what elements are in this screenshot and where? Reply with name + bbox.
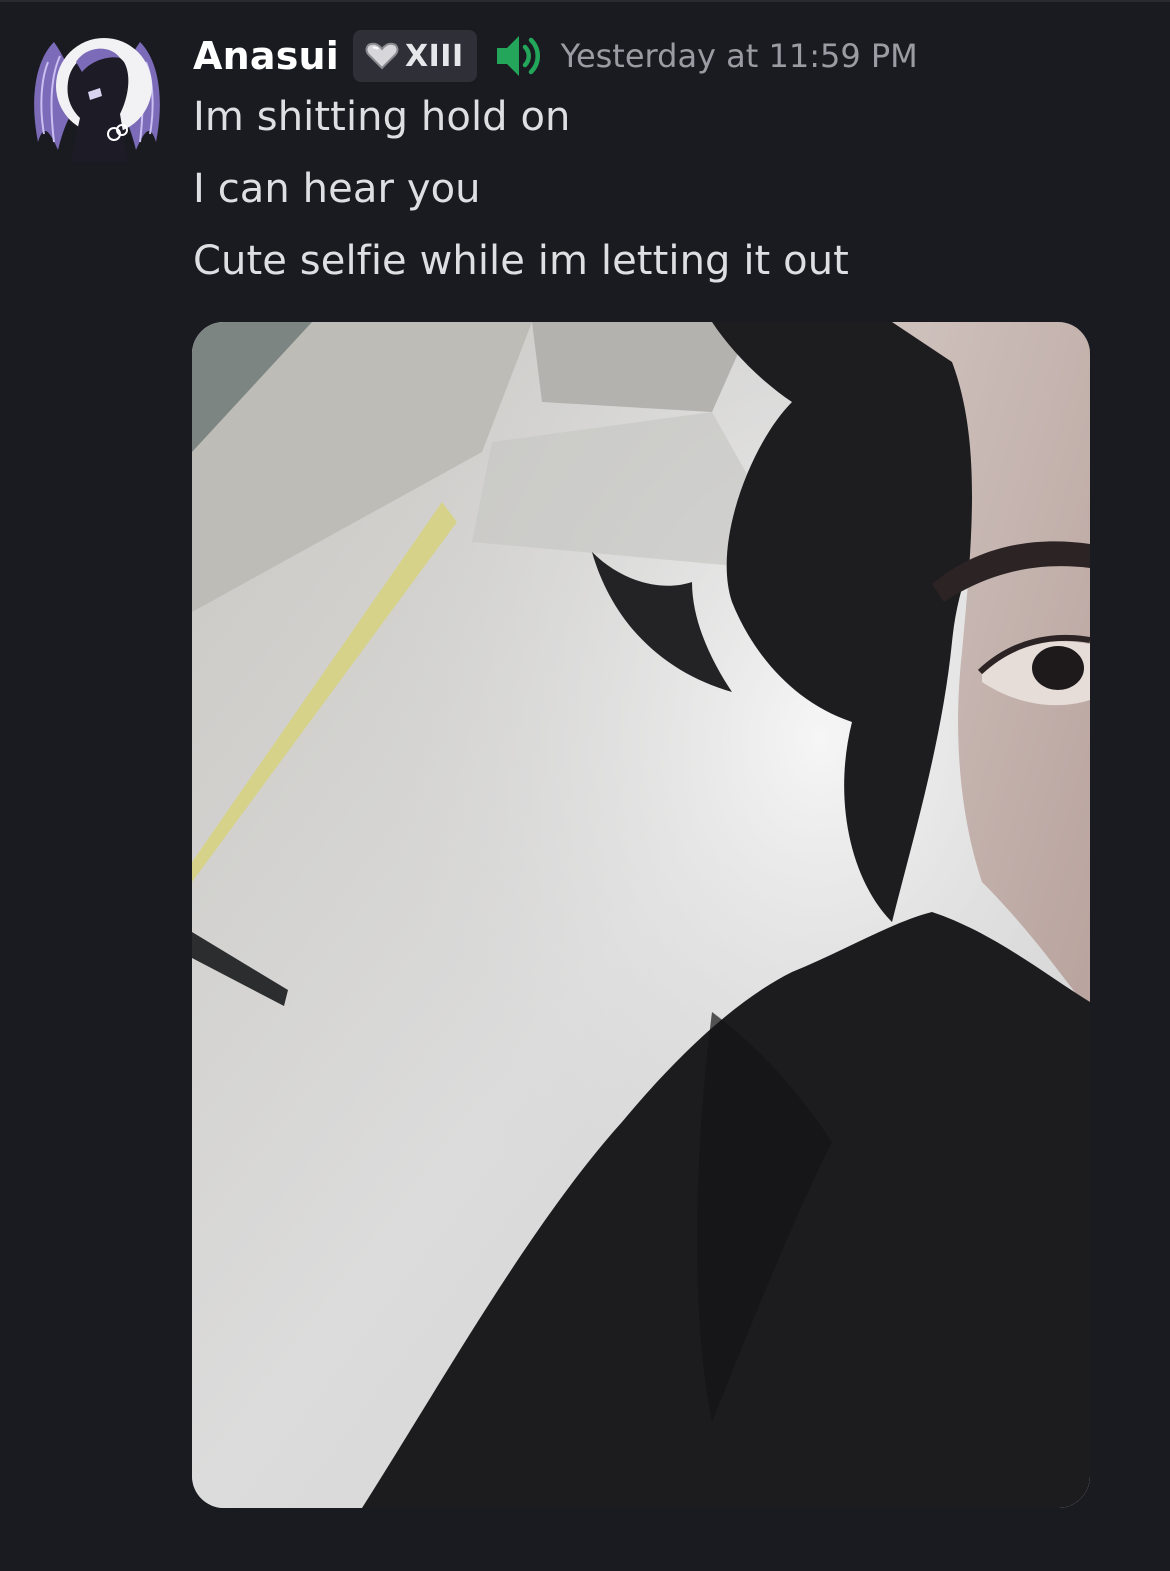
voice-status — [493, 30, 545, 82]
user-avatar[interactable] — [24, 22, 170, 168]
badge-label: XIII — [405, 38, 464, 74]
message-header: Anasui XIII Yesterday at 11:59 PM — [193, 30, 918, 82]
heart-icon — [365, 42, 399, 70]
chat-message: Anasui XIII Yesterday at 11:59 PM Im shi… — [0, 0, 1170, 1571]
message-timestamp[interactable]: Yesterday at 11:59 PM — [561, 37, 918, 75]
username[interactable]: Anasui — [193, 34, 339, 78]
angel-wings-avatar-icon — [34, 38, 160, 162]
message-line-1: Im shitting hold on — [193, 94, 571, 140]
image-attachment[interactable] — [192, 322, 1090, 1508]
user-badge[interactable]: XIII — [353, 30, 477, 82]
selfie-photo — [192, 322, 1090, 1508]
speaker-volume-icon — [496, 36, 540, 76]
message-line-2: I can hear you — [193, 166, 481, 212]
message-line-3: Cute selfie while im letting it out — [193, 238, 849, 284]
